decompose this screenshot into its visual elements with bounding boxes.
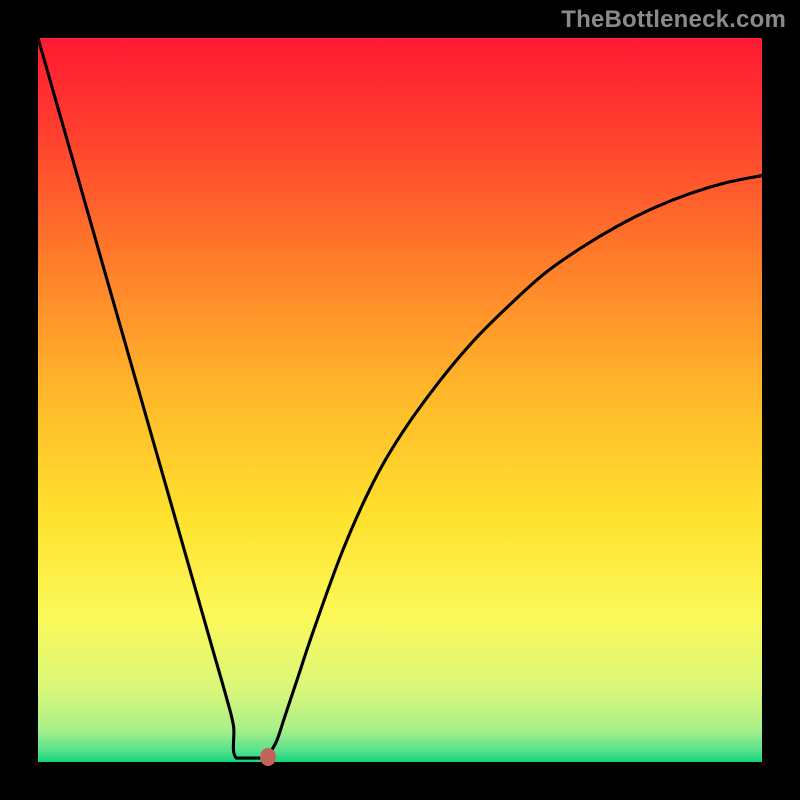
optimum-marker-icon (260, 748, 276, 766)
chart-stage: TheBottleneck.com (0, 0, 800, 800)
plot-frame (38, 38, 762, 762)
bottleneck-curve (38, 38, 762, 762)
watermark-text: TheBottleneck.com (561, 6, 786, 34)
curve-path (38, 38, 762, 758)
